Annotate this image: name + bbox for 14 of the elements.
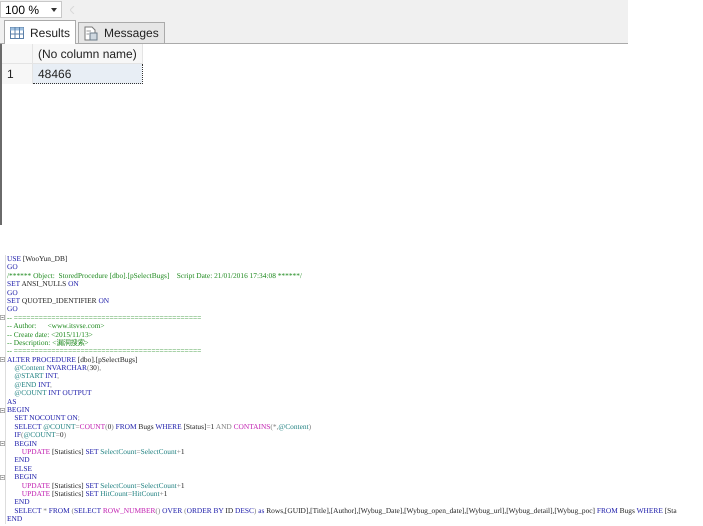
- collapse-icon[interactable]: [0, 440, 5, 448]
- table-cell[interactable]: 48466: [32, 64, 142, 84]
- zoom-dropdown[interactable]: 100 %: [0, 1, 62, 18]
- row-number: 1: [2, 64, 32, 84]
- collapse-icon[interactable]: [0, 356, 5, 364]
- collapse-icon[interactable]: [0, 314, 5, 322]
- tab[interactable]: Results: [4, 20, 76, 44]
- caret-icon: [51, 8, 57, 12]
- collapse-icon[interactable]: [0, 406, 5, 414]
- collapse-icon[interactable]: [0, 474, 5, 481]
- grid-icon: [10, 26, 24, 38]
- document-icon: [84, 26, 98, 40]
- column-header[interactable]: (No column name): [32, 44, 142, 64]
- tab[interactable]: Messages: [78, 22, 165, 43]
